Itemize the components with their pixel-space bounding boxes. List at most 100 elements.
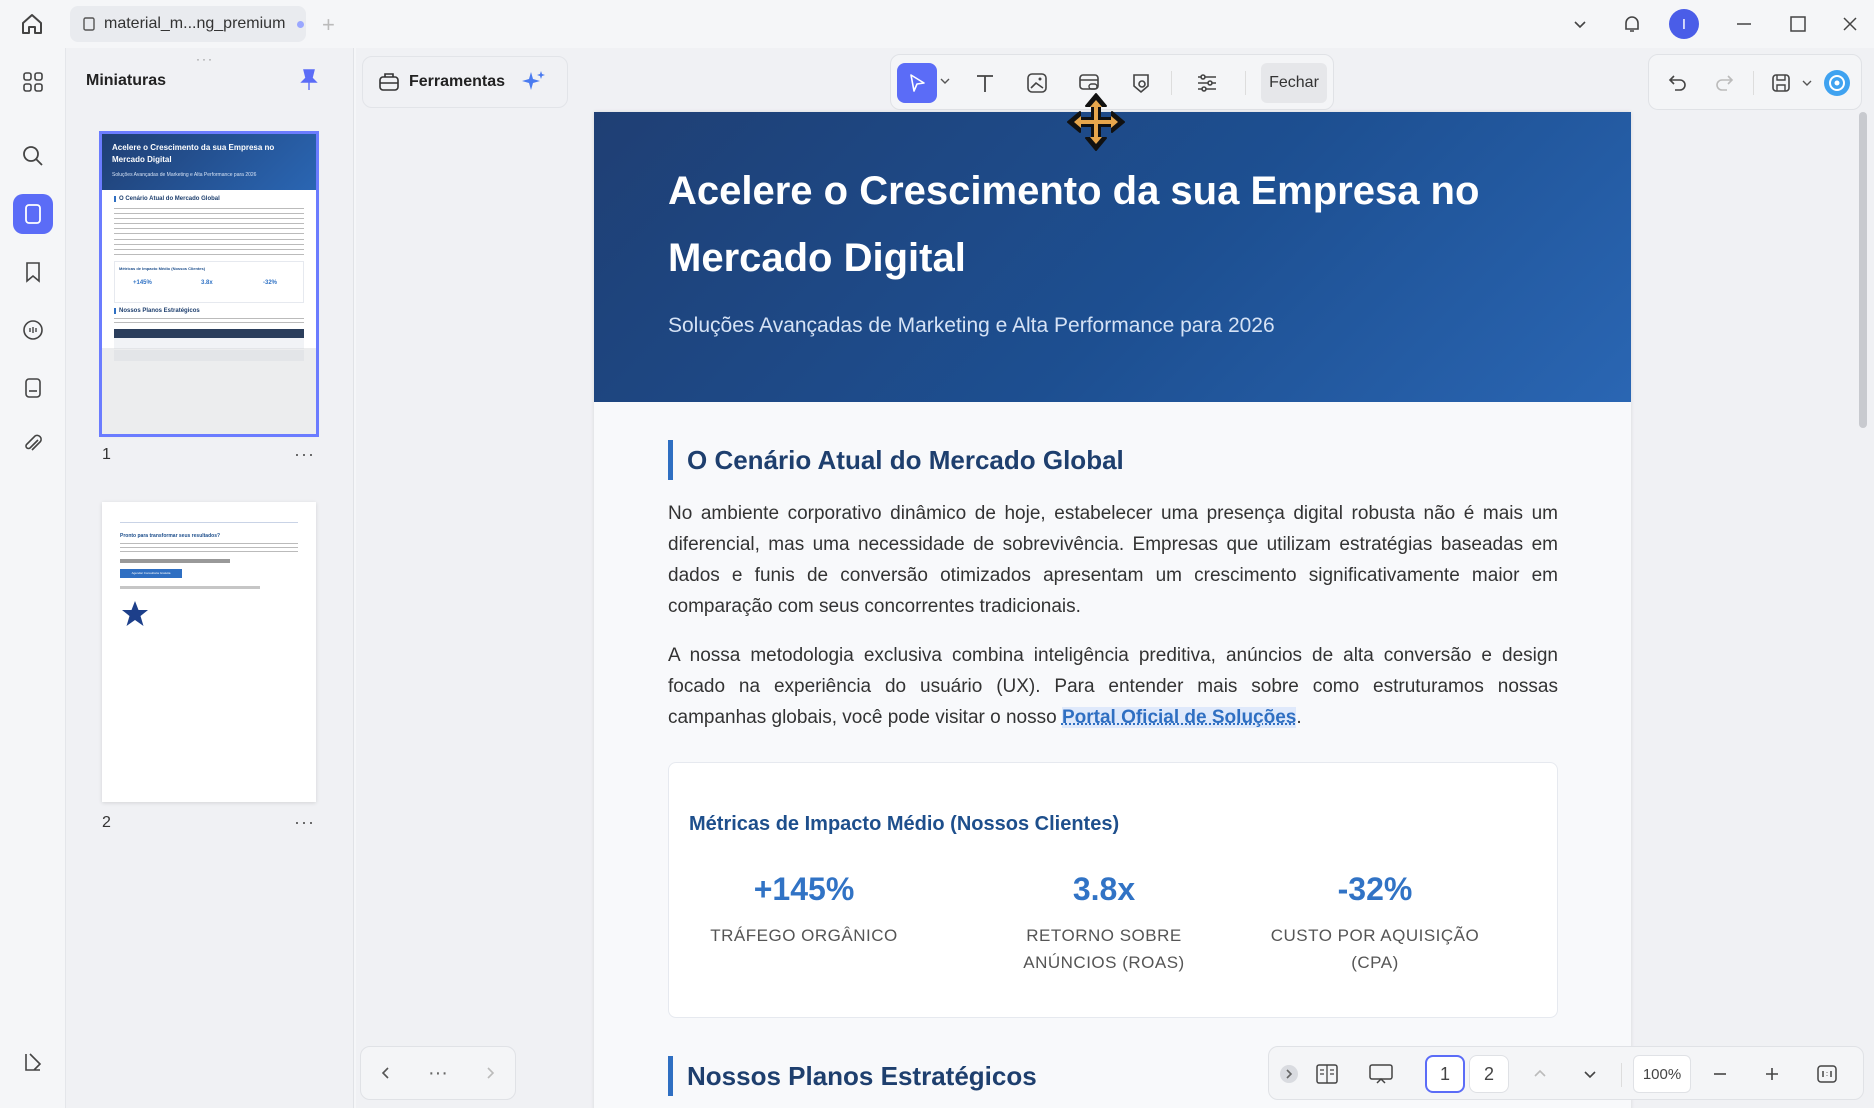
collapse-icon[interactable] bbox=[1277, 1055, 1301, 1093]
history-toolbar bbox=[1648, 54, 1862, 110]
title-bar: material_m...ng_premium + I bbox=[0, 0, 1874, 48]
new-tab-button[interactable]: + bbox=[322, 12, 335, 38]
close-edit-button[interactable]: Fechar bbox=[1261, 63, 1327, 103]
zoom-out-icon[interactable] bbox=[1705, 1055, 1735, 1093]
chevron-down-icon[interactable] bbox=[939, 75, 951, 87]
toolbar-divider bbox=[1245, 71, 1246, 95]
thumb-table-header bbox=[114, 329, 304, 338]
page-button-2[interactable]: 2 bbox=[1469, 1055, 1509, 1093]
thumb-heading: Pronto para transformar seus resultados? bbox=[120, 533, 221, 539]
thumb-subtitle: Soluções Avançadas de Marketing e Alta P… bbox=[112, 172, 257, 178]
chevron-left-icon[interactable] bbox=[379, 1066, 393, 1080]
metrics-card: Métricas de Impacto Médio (Nossos Client… bbox=[668, 762, 1558, 1018]
ai-assistant-icon[interactable] bbox=[1817, 63, 1857, 103]
user-avatar[interactable]: I bbox=[1668, 8, 1700, 40]
tab-title: material_m...ng_premium bbox=[104, 15, 286, 32]
metric-value: -32% bbox=[1337, 871, 1413, 907]
presentation-icon[interactable] bbox=[1361, 1055, 1401, 1093]
toolbox-icon bbox=[377, 71, 401, 93]
metric-label: CUSTO POR AQUISIÇÃO (CPA) bbox=[1270, 926, 1480, 972]
document-tab[interactable]: material_m...ng_premium bbox=[70, 6, 306, 42]
redo-icon[interactable] bbox=[1705, 63, 1745, 103]
chevron-down-icon[interactable] bbox=[1801, 77, 1813, 89]
tools-button[interactable]: Ferramentas bbox=[362, 56, 568, 108]
metric-value: 3.8x bbox=[1072, 871, 1136, 907]
metrics-title: Métricas de Impacto Médio (Nossos Client… bbox=[689, 813, 1120, 835]
more-button[interactable]: ··· bbox=[428, 1062, 448, 1085]
toolbar-divider bbox=[1621, 1063, 1622, 1087]
thumb-cta: Agendar Consultoria Gratuita bbox=[120, 569, 182, 578]
panel-drag-handle[interactable]: ··· bbox=[196, 52, 214, 66]
page-thumbnail-1[interactable]: Acelere o Crescimento da sua Empresa no … bbox=[99, 131, 319, 437]
two-page-view-icon[interactable] bbox=[1309, 1055, 1345, 1093]
document-icon bbox=[82, 17, 96, 31]
actual-size-icon[interactable] bbox=[1809, 1055, 1845, 1093]
thumb-text-lines bbox=[114, 318, 304, 326]
select-tool-button[interactable] bbox=[897, 63, 937, 103]
thumbnail-page-number: 2 bbox=[102, 814, 111, 831]
metric-label: RETORNO SOBRE ANÚNCIOS (ROAS) bbox=[1023, 926, 1185, 972]
thumb-title: Acelere o Crescimento da sua Empresa no … bbox=[112, 143, 275, 164]
avatar: I bbox=[1669, 9, 1699, 39]
thumb-text-lines bbox=[120, 586, 260, 589]
sidebar-toggle-icon[interactable] bbox=[13, 1042, 53, 1082]
portal-link[interactable]: Portal Oficial de Soluções bbox=[1061, 707, 1297, 728]
ai-sparkle-icon[interactable] bbox=[521, 69, 547, 95]
left-rail bbox=[0, 48, 66, 1108]
thumb-metric: -32% bbox=[263, 280, 278, 286]
search-icon[interactable] bbox=[13, 136, 53, 176]
close-window-button[interactable] bbox=[1834, 8, 1866, 40]
apps-icon[interactable] bbox=[13, 62, 53, 102]
thumbnail-more-button[interactable]: ··· bbox=[294, 812, 315, 833]
thumb-metric: +145% bbox=[133, 280, 152, 286]
page-navigation-bar: 1 2 100% bbox=[1268, 1046, 1864, 1100]
attachment-page-icon[interactable] bbox=[13, 368, 53, 408]
image-tool-button[interactable] bbox=[1017, 63, 1057, 103]
bookmark-icon[interactable] bbox=[13, 252, 53, 292]
page-thumbnail-2[interactable]: Pronto para transformar seus resultados?… bbox=[102, 502, 316, 802]
paragraph: A nossa metodologia exclusiva combina in… bbox=[668, 640, 1558, 733]
thumbnail-more-button[interactable]: ··· bbox=[294, 444, 315, 465]
thumbnails-icon[interactable] bbox=[13, 194, 53, 234]
thumb-text-lines bbox=[120, 559, 230, 563]
chevron-down-icon[interactable] bbox=[1564, 8, 1596, 40]
maximize-button[interactable] bbox=[1782, 8, 1814, 40]
text-tool-button[interactable] bbox=[965, 63, 1005, 103]
document-page-1[interactable]: Acelere o Crescimento da sua Empresa no … bbox=[594, 112, 1631, 1108]
unsaved-dot bbox=[297, 20, 305, 28]
toolbar-divider bbox=[1171, 71, 1172, 95]
thumb-text-lines bbox=[114, 239, 304, 255]
stamp-tool-button[interactable] bbox=[1121, 63, 1161, 103]
chevron-up-icon[interactable] bbox=[1525, 1055, 1555, 1093]
vertical-scrollbar[interactable] bbox=[1859, 112, 1867, 428]
home-icon[interactable] bbox=[18, 10, 46, 38]
metric-cpa: -32% CUSTO POR AQUISIÇÃO (CPA) bbox=[1265, 871, 1485, 976]
thumbnails-panel: ··· Miniaturas Acelere o Crescimento da … bbox=[66, 48, 354, 1108]
thumb-hero: Acelere o Crescimento da sua Empresa no … bbox=[102, 134, 316, 190]
paragraph: No ambiente corporativo dinâmico de hoje… bbox=[668, 503, 1558, 617]
metric-value: +145% bbox=[753, 871, 855, 907]
section-heading: Nossos Planos Estratégicos bbox=[668, 1056, 1037, 1096]
minimize-button[interactable] bbox=[1728, 8, 1760, 40]
document-title: Acelere o Crescimento da sua Empresa no … bbox=[668, 169, 1480, 280]
settings-sliders-icon[interactable] bbox=[1187, 63, 1227, 103]
paperclip-icon[interactable] bbox=[13, 424, 53, 464]
toolbar-divider bbox=[1753, 71, 1754, 95]
metric-roas: 3.8x RETORNO SOBRE ANÚNCIOS (ROAS) bbox=[979, 871, 1229, 976]
page-button-1[interactable]: 1 bbox=[1425, 1055, 1465, 1093]
thumbnail-page-number: 1 bbox=[102, 446, 111, 463]
save-icon[interactable] bbox=[1761, 63, 1801, 103]
undo-icon[interactable] bbox=[1657, 63, 1697, 103]
zoom-in-icon[interactable] bbox=[1757, 1055, 1787, 1093]
paragraph-text: . bbox=[1296, 707, 1302, 728]
thumb-table-rows bbox=[114, 338, 304, 362]
pin-icon[interactable] bbox=[298, 68, 320, 92]
panel-title: Miniaturas bbox=[86, 72, 167, 89]
comment-icon[interactable] bbox=[13, 310, 53, 350]
zoom-level[interactable]: 100% bbox=[1633, 1055, 1691, 1093]
bell-icon[interactable] bbox=[1616, 8, 1648, 40]
thumb-section: Nossos Planos Estratégicos bbox=[114, 308, 304, 314]
chevron-down-icon[interactable] bbox=[1575, 1055, 1605, 1093]
chevron-right-icon[interactable] bbox=[483, 1066, 497, 1080]
thumb-section: O Cenário Atual do Mercado Global bbox=[114, 196, 304, 202]
